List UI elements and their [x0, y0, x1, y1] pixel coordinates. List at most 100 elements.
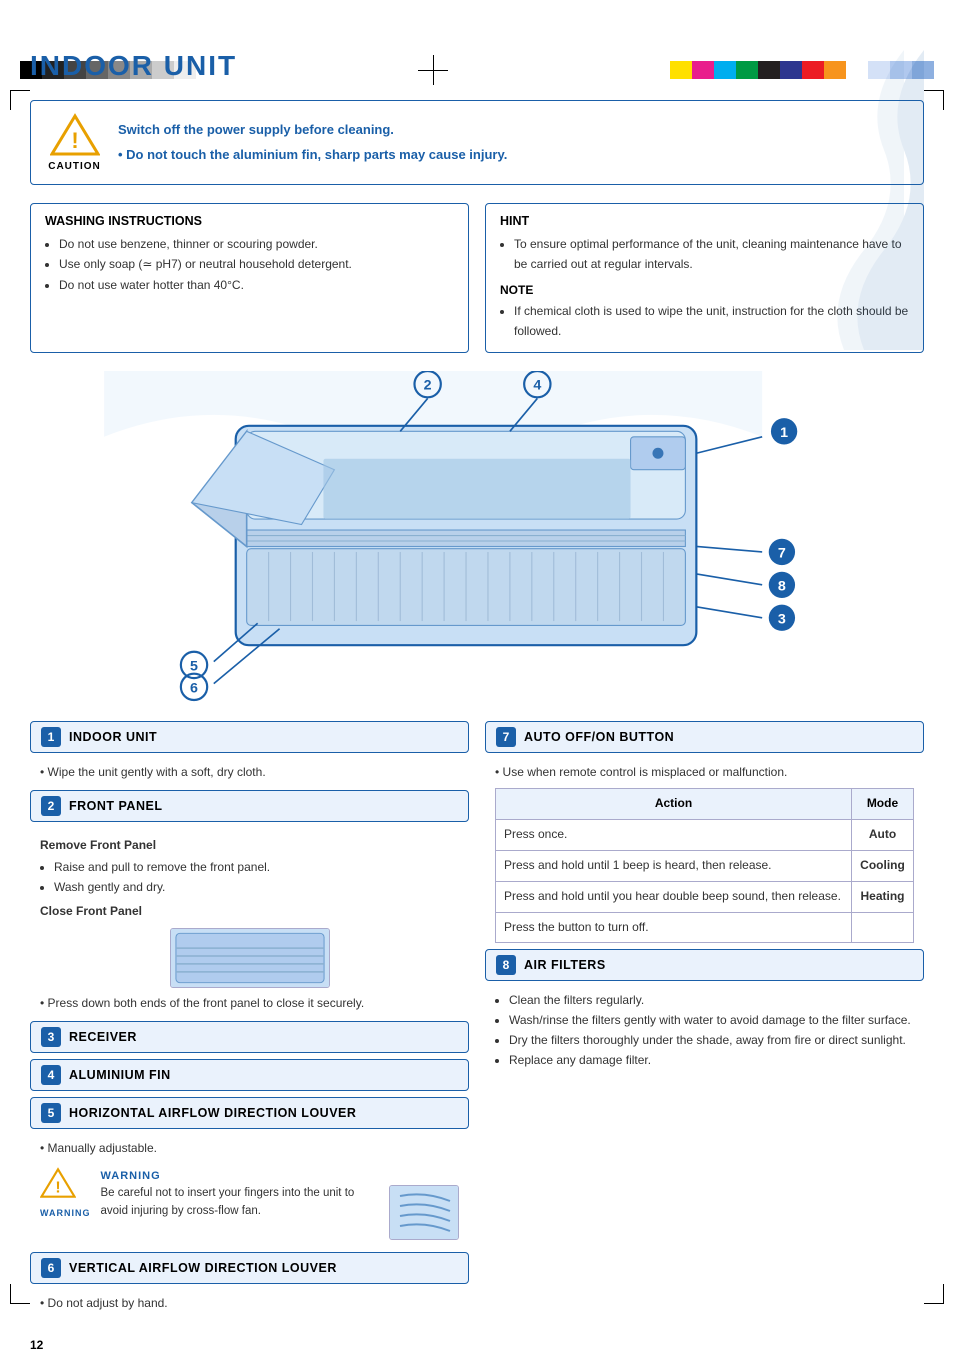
caution-line-2: • Do not touch the aluminium fin, sharp …	[118, 145, 507, 166]
section-5-header: 5 HORIZONTAL AIRFLOW DIRECTION LOUVER	[30, 1097, 469, 1129]
section-7-title: AUTO OFF/ON BUTTON	[524, 730, 674, 744]
washing-instructions-box: WASHING INSTRUCTIONS Do not use benzene,…	[30, 203, 469, 353]
corner-bl	[10, 1284, 30, 1304]
section-1-num: 1	[41, 727, 61, 747]
washing-item-1: Do not use benzene, thinner or scouring …	[59, 234, 454, 254]
section-6-title: VERTICAL AIRFLOW DIRECTION LOUVER	[69, 1261, 337, 1275]
filter-item-3: Dry the filters thoroughly under the sha…	[509, 1031, 914, 1051]
page-content: INDOOR UNIT ! CAUTION Switch off the pow…	[30, 50, 924, 1322]
hint-list: To ensure optimal performance of the uni…	[500, 234, 909, 275]
warning-box: ! WARNING WARNING	[40, 1161, 459, 1246]
warning-triangle-icon: ! WARNING	[40, 1167, 91, 1221]
note-title: NOTE	[500, 283, 909, 297]
front-panel-svg	[171, 928, 329, 988]
filter-item-2: Wash/rinse the filters gently with water…	[509, 1011, 914, 1031]
section-3-header: 3 RECEIVER	[30, 1021, 469, 1053]
table-row-1-mode: Auto	[851, 820, 913, 851]
section-4-num: 4	[41, 1065, 61, 1085]
section-3-title: RECEIVER	[69, 1030, 137, 1044]
caution-line-1: Switch off the power supply before clean…	[118, 120, 507, 141]
close-panel-text: • Press down both ends of the front pane…	[40, 994, 459, 1014]
section-6-body: • Do not adjust by hand.	[30, 1290, 469, 1322]
washing-item-2: Use only soap (≃ pH7) or neutral househo…	[59, 254, 454, 274]
action-mode-table: Action Mode Press once. Auto Press and h…	[495, 788, 914, 943]
hint-text: To ensure optimal performance of the uni…	[514, 234, 909, 275]
section-8-body: Clean the filters regularly. Wash/rinse …	[485, 987, 924, 1076]
caution-icon: ! CAUTION	[47, 113, 102, 172]
section-8-title: AIR FILTERS	[524, 958, 606, 972]
close-panel-title: Close Front Panel	[40, 902, 459, 922]
section-7-num: 7	[496, 727, 516, 747]
air-filters-list: Clean the filters regularly. Wash/rinse …	[495, 991, 914, 1070]
table-row-4-mode	[851, 912, 913, 943]
caution-label: CAUTION	[48, 161, 101, 172]
section-4-header: 4 ALUMINIUM FIN	[30, 1059, 469, 1091]
section-6-header: 6 VERTICAL AIRFLOW DIRECTION LOUVER	[30, 1252, 469, 1284]
washing-instructions-list: Do not use benzene, thinner or scouring …	[45, 234, 454, 295]
caution-text: Switch off the power supply before clean…	[118, 120, 507, 166]
table-row-2-mode: Cooling	[851, 850, 913, 881]
hint-title: HINT	[500, 214, 909, 228]
section-1-body: • Wipe the unit gently with a soft, dry …	[30, 759, 469, 791]
table-row-2: Press and hold until 1 beep is heard, th…	[496, 850, 914, 881]
svg-text:3: 3	[778, 611, 786, 627]
table-header-mode: Mode	[851, 789, 913, 820]
svg-text:!: !	[55, 1180, 60, 1197]
right-column: 7 AUTO OFF/ON BUTTON • Use when remote c…	[485, 721, 924, 1323]
corner-tl	[10, 90, 30, 110]
svg-text:5: 5	[190, 658, 198, 674]
remove-panel-title: Remove Front Panel	[40, 836, 459, 856]
svg-text:4: 4	[533, 377, 541, 393]
warning-label-text: WARNING	[101, 1167, 460, 1185]
table-row-1-action: Press once.	[496, 820, 852, 851]
section-7-body: • Use when remote control is misplaced o…	[485, 759, 924, 950]
section-4-title: ALUMINIUM FIN	[69, 1068, 171, 1082]
svg-text:8: 8	[778, 578, 786, 594]
svg-text:1: 1	[780, 424, 788, 440]
table-row-3-action: Press and hold until you hear double bee…	[496, 881, 852, 912]
section-3-num: 3	[41, 1027, 61, 1047]
section-1-header: 1 INDOOR UNIT	[30, 721, 469, 753]
section-2-num: 2	[41, 796, 61, 816]
section-5-body: • Manually adjustable. ! WARNING WARNING	[30, 1135, 469, 1252]
table-row-1: Press once. Auto	[496, 820, 914, 851]
corner-tr	[924, 90, 944, 110]
diagram-area: 1 2 4 7 8 3	[30, 371, 924, 711]
section-5-num: 5	[41, 1103, 61, 1123]
page-title: INDOOR UNIT	[30, 50, 924, 82]
section-2-title: FRONT PANEL	[69, 799, 162, 813]
washing-instructions-title: WASHING INSTRUCTIONS	[45, 214, 454, 228]
caution-triangle-icon: !	[50, 113, 100, 157]
svg-text:!: !	[71, 128, 78, 153]
section-2-body: Remove Front Panel Raise and pull to rem…	[30, 828, 469, 1021]
table-row-2-action: Press and hold until 1 beep is heard, th…	[496, 850, 852, 881]
section-5-title: HORIZONTAL AIRFLOW DIRECTION LOUVER	[69, 1106, 356, 1120]
svg-text:2: 2	[424, 377, 432, 393]
section-8-header: 8 AIR FILTERS	[485, 949, 924, 981]
remove-panel-list: Raise and pull to remove the front panel…	[40, 858, 459, 898]
svg-text:7: 7	[778, 545, 786, 561]
section-1-title: INDOOR UNIT	[69, 730, 157, 744]
warning-label: WARNING	[40, 1206, 91, 1221]
front-panel-image	[170, 928, 330, 988]
sections-two-col: 1 INDOOR UNIT • Wipe the unit gently wit…	[30, 721, 924, 1323]
section-6-num: 6	[41, 1258, 61, 1278]
table-row-4-action: Press the button to turn off.	[496, 912, 852, 943]
left-column: 1 INDOOR UNIT • Wipe the unit gently wit…	[30, 721, 469, 1323]
louver-image	[389, 1185, 459, 1240]
section-2-header: 2 FRONT PANEL	[30, 790, 469, 822]
note-text: If chemical cloth is used to wipe the un…	[514, 301, 909, 342]
filter-item-1: Clean the filters regularly.	[509, 991, 914, 1011]
section-8-num: 8	[496, 955, 516, 975]
washing-item-3: Do not use water hotter than 40°C.	[59, 275, 454, 295]
table-row-4: Press the button to turn off.	[496, 912, 914, 943]
info-row: WASHING INSTRUCTIONS Do not use benzene,…	[30, 203, 924, 353]
filter-item-4: Replace any damage filter.	[509, 1051, 914, 1071]
hint-note-box: HINT To ensure optimal performance of th…	[485, 203, 924, 353]
table-row-3: Press and hold until you hear double bee…	[496, 881, 914, 912]
note-list: If chemical cloth is used to wipe the un…	[500, 301, 909, 342]
table-row-3-mode: Heating	[851, 881, 913, 912]
svg-text:6: 6	[190, 680, 198, 696]
section-7-header: 7 AUTO OFF/ON BUTTON	[485, 721, 924, 753]
table-header-action: Action	[496, 789, 852, 820]
